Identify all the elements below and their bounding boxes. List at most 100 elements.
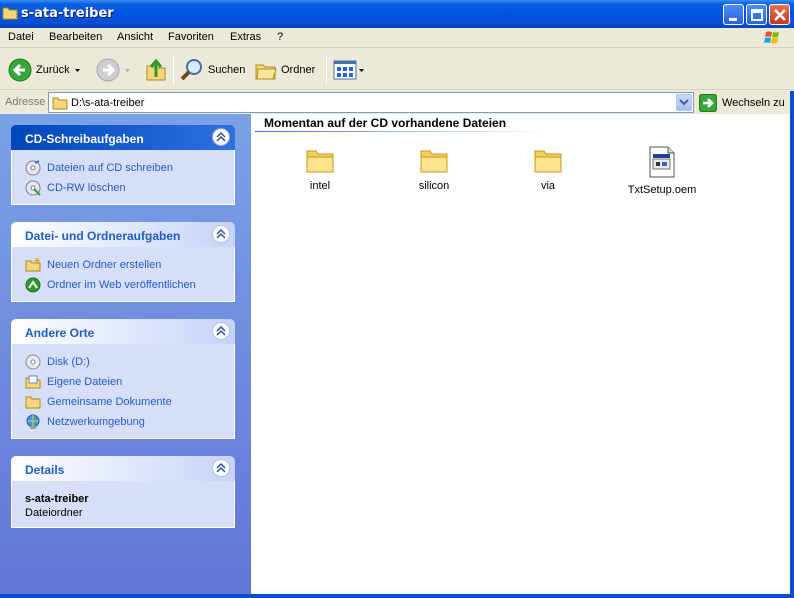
address-bar: Adresse D:\s-ata-treiber Wechseln zu <box>0 91 794 114</box>
panel-title: Andere Orte <box>25 326 95 340</box>
go-label: Wechseln zu <box>722 97 785 109</box>
task-erase-cdrw[interactable]: CD-RW löschen <box>25 178 234 198</box>
back-button[interactable]: Zurück <box>8 57 84 83</box>
place-my-documents[interactable]: Eigene Dateien <box>25 372 234 392</box>
task-new-folder[interactable]: Neuen Ordner erstellen <box>25 255 234 275</box>
chevron-up-icon <box>216 131 226 142</box>
file-item[interactable]: TxtSetup.oem <box>617 146 707 196</box>
forward-button[interactable] <box>96 57 134 83</box>
panel-title: CD-Schreibaufgaben <box>25 132 144 146</box>
address-dropdown-button[interactable] <box>676 94 692 111</box>
place-label: Gemeinsame Dokumente <box>47 396 172 408</box>
folders-button[interactable]: Ordner <box>255 57 315 83</box>
back-label: Zurück <box>36 64 70 76</box>
chevron-up-icon <box>216 325 226 336</box>
group-divider <box>255 131 545 132</box>
explorer-window: s-ata-treiber Datei Bearbeiten Ansicht F… <box>0 0 794 598</box>
file-item[interactable]: intel <box>275 146 365 192</box>
other-places-panel: Andere Orte Disk (D:) Eigene Dateien Gem… <box>11 319 235 439</box>
menu-datei[interactable]: Datei <box>8 31 34 43</box>
other-places-header[interactable]: Andere Orte <box>11 319 235 344</box>
folder-icon <box>52 97 68 110</box>
file-list-area[interactable]: Momentan auf der CD vorhandene Dateien i… <box>251 114 790 594</box>
menu-favoriten[interactable]: Favoriten <box>168 31 214 43</box>
menu-bar: Datei Bearbeiten Ansicht Favoriten Extra… <box>0 28 794 48</box>
up-folder-button[interactable] <box>145 57 167 83</box>
details-header[interactable]: Details <box>11 456 235 481</box>
address-field[interactable]: D:\s-ata-treiber <box>48 92 694 113</box>
toolbar: Zurück Suchen Ordner <box>0 49 794 90</box>
folder-icon <box>306 150 334 173</box>
file-name: TxtSetup.oem <box>627 184 697 196</box>
collapse-button[interactable] <box>212 225 230 243</box>
collapse-button[interactable] <box>212 459 230 477</box>
file-name: silicon <box>418 180 450 192</box>
task-label: Neuen Ordner erstellen <box>47 259 162 271</box>
file-tasks-header[interactable]: Datei- und Ordneraufgaben <box>11 222 235 247</box>
title-bar[interactable]: s-ata-treiber <box>0 0 794 28</box>
new-folder-icon <box>25 258 41 272</box>
network-icon <box>26 414 40 429</box>
back-arrow-icon <box>8 58 32 82</box>
folder-icon <box>25 396 41 409</box>
my-documents-icon <box>25 375 41 389</box>
folder-icon <box>2 7 18 20</box>
search-icon <box>180 59 202 81</box>
menu-ansicht[interactable]: Ansicht <box>117 31 153 43</box>
panel-title: Details <box>25 463 65 477</box>
group-header: Momentan auf der CD vorhandene Dateien <box>264 116 507 130</box>
cd-tasks-panel: CD-Schreibaufgaben Dateien auf CD schrei… <box>11 125 235 205</box>
search-label: Suchen <box>208 64 246 76</box>
setup-file-icon <box>649 146 675 178</box>
chevron-down-icon <box>74 69 80 72</box>
chevron-down-icon <box>359 69 364 72</box>
folder-icon <box>534 150 562 173</box>
task-write-cd[interactable]: Dateien auf CD schreiben <box>25 158 234 178</box>
window-frame-bottom <box>0 594 794 598</box>
place-disk-d[interactable]: Disk (D:) <box>25 352 234 372</box>
go-button[interactable]: Wechseln zu <box>699 93 785 113</box>
chevron-down-icon <box>125 69 130 72</box>
folders-icon <box>255 64 277 80</box>
globe-icon <box>25 277 41 293</box>
panel-title: Datei- und Ordneraufgaben <box>25 229 181 243</box>
menu-extras[interactable]: Extras <box>230 31 261 43</box>
menu-help[interactable]: ? <box>277 31 283 43</box>
file-name: via <box>540 180 556 192</box>
forward-arrow-icon <box>96 58 120 82</box>
task-pane: CD-Schreibaufgaben Dateien auf CD schrei… <box>0 114 251 594</box>
file-item[interactable]: via <box>503 146 593 192</box>
file-item[interactable]: silicon <box>389 146 479 192</box>
place-shared-documents[interactable]: Gemeinsame Dokumente <box>25 392 234 412</box>
file-name: intel <box>309 180 331 192</box>
menu-bearbeiten[interactable]: Bearbeiten <box>49 31 102 43</box>
chevron-down-icon <box>679 99 689 106</box>
go-arrow-icon <box>699 94 717 112</box>
task-publish-web[interactable]: Ordner im Web veröffentlichen <box>25 275 234 295</box>
cd-drive-icon <box>25 354 41 370</box>
task-label: Dateien auf CD schreiben <box>47 162 173 174</box>
file-tasks-panel: Datei- und Ordneraufgaben Neuen Ordner e… <box>11 222 235 302</box>
close-button[interactable] <box>769 4 790 25</box>
chevron-up-icon <box>216 462 226 473</box>
folders-label: Ordner <box>281 64 316 76</box>
windows-logo-icon <box>764 31 779 44</box>
place-label: Disk (D:) <box>47 356 90 368</box>
maximize-button[interactable] <box>746 4 767 25</box>
collapse-button[interactable] <box>212 128 230 146</box>
search-button[interactable]: Suchen <box>180 57 245 83</box>
minimize-button[interactable] <box>723 4 744 25</box>
collapse-button[interactable] <box>212 322 230 340</box>
address-label: Adresse <box>5 96 46 108</box>
task-label: Ordner im Web veröffentlichen <box>47 279 196 291</box>
folder-up-icon <box>146 58 166 81</box>
window-frame-right <box>790 91 794 594</box>
place-label: Eigene Dateien <box>47 376 123 388</box>
cd-tasks-header[interactable]: CD-Schreibaufgaben <box>11 125 235 150</box>
view-icon <box>333 60 357 80</box>
place-network[interactable]: Netzwerkumgebung <box>25 412 234 432</box>
chevron-up-icon <box>216 228 226 239</box>
place-label: Netzwerkumgebung <box>47 416 145 428</box>
details-panel: Details s-ata-treiber Dateiordner <box>11 456 235 528</box>
views-button[interactable] <box>333 57 367 83</box>
